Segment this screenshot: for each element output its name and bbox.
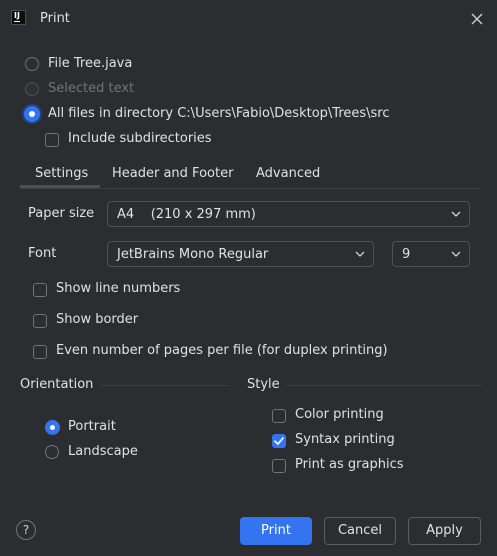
show-border-label[interactable]: Show border	[56, 312, 138, 327]
radio-portrait-label[interactable]: Portrait	[68, 419, 116, 434]
radio-portrait[interactable]	[45, 420, 60, 435]
tab-settings[interactable]: Settings	[35, 166, 88, 181]
radio-all-files[interactable]	[24, 106, 40, 122]
radio-file-label[interactable]: File Tree.java	[48, 56, 132, 71]
active-tab-indicator	[20, 185, 100, 188]
font-label: Font	[28, 246, 57, 261]
checkmark-icon	[274, 437, 284, 445]
include-subdirectories-label[interactable]: Include subdirectories	[68, 131, 212, 146]
even-pages-checkbox[interactable]	[33, 345, 47, 359]
window-title: Print	[40, 11, 70, 26]
style-divider	[287, 385, 482, 386]
cancel-button[interactable]: Cancel	[324, 517, 396, 545]
chevron-down-icon	[451, 251, 461, 257]
apply-button[interactable]: Apply	[408, 517, 481, 545]
print-as-graphics-label[interactable]: Print as graphics	[295, 457, 404, 472]
radio-selected-text	[25, 82, 39, 96]
radio-file[interactable]	[25, 57, 39, 71]
syntax-printing-label[interactable]: Syntax printing	[295, 432, 395, 447]
intellij-app-icon: IJ	[11, 10, 26, 25]
font-size-value: 9	[402, 247, 411, 262]
font-value: JetBrains Mono Regular	[117, 247, 269, 262]
paper-size-dropdown[interactable]: A4 (210 x 297 mm)	[107, 201, 470, 227]
color-printing-label[interactable]: Color printing	[295, 407, 384, 422]
radio-landscape-label[interactable]: Landscape	[68, 444, 138, 459]
print-button[interactable]: Print	[240, 517, 312, 545]
chevron-down-icon	[355, 251, 365, 257]
tab-header-and-footer[interactable]: Header and Footer	[112, 166, 233, 181]
radio-landscape[interactable]	[45, 445, 59, 459]
font-size-dropdown[interactable]: 9	[392, 241, 470, 267]
radio-selected-text-label: Selected text	[48, 81, 135, 96]
paper-size-value: A4 (210 x 297 mm)	[117, 207, 256, 222]
orientation-divider	[99, 385, 230, 386]
show-border-checkbox[interactable]	[33, 314, 47, 328]
color-printing-checkbox[interactable]	[272, 409, 286, 423]
chevron-down-icon	[451, 211, 461, 217]
print-as-graphics-checkbox[interactable]	[272, 459, 286, 473]
close-icon[interactable]	[470, 12, 484, 26]
paper-size-label: Paper size	[28, 206, 95, 221]
tab-advanced[interactable]: Advanced	[256, 166, 320, 181]
show-line-numbers-checkbox[interactable]	[33, 283, 47, 297]
help-icon[interactable]: ?	[16, 520, 36, 540]
orientation-title: Orientation	[20, 377, 94, 392]
tabs-divider	[20, 188, 482, 189]
radio-all-files-label[interactable]: All files in directory C:\Users\Fabio\De…	[48, 106, 390, 121]
style-title: Style	[247, 377, 280, 392]
include-subdirectories-checkbox[interactable]	[45, 133, 59, 147]
even-pages-label[interactable]: Even number of pages per file (for duple…	[56, 343, 388, 358]
show-line-numbers-label[interactable]: Show line numbers	[56, 281, 180, 296]
font-dropdown[interactable]: JetBrains Mono Regular	[107, 241, 374, 267]
title-bar: IJ Print	[0, 0, 497, 38]
syntax-printing-checkbox[interactable]	[272, 434, 286, 448]
